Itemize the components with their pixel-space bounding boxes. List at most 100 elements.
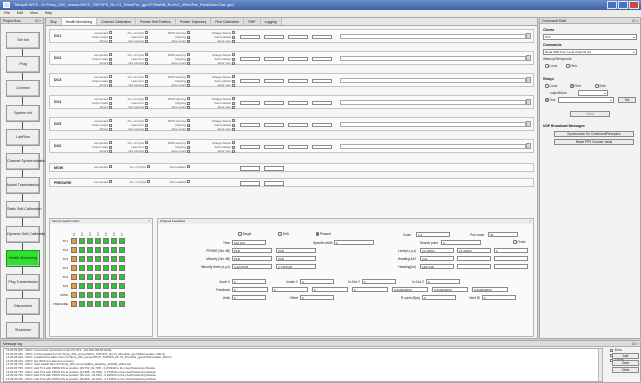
checkbox[interactable] (232, 75, 235, 79)
form-row-value[interactable]: PAR (232, 248, 272, 253)
checkbox[interactable] (187, 141, 190, 145)
form-right-value[interactable] (457, 264, 491, 269)
checkbox[interactable] (187, 61, 190, 65)
send-button[interactable]: Send (570, 111, 610, 117)
checkbox[interactable] (232, 141, 235, 145)
checkbox[interactable] (187, 83, 190, 87)
checkbox[interactable] (232, 149, 235, 153)
tab-health-monitoring[interactable]: Health Monitoring (61, 18, 98, 25)
channel-value-field[interactable] (288, 144, 308, 149)
form-right-value[interactable]: 21.22094 (420, 248, 454, 253)
channel-value-field[interactable] (264, 100, 284, 105)
channel-value-field[interactable] (288, 56, 308, 61)
checkbox[interactable] (145, 149, 148, 153)
synchronize-button[interactable]: Synchronize On Command/Reception (554, 131, 634, 137)
channel-value-field[interactable] (240, 144, 260, 149)
channel-value-field[interactable] (312, 34, 332, 39)
checkbox[interactable] (232, 31, 235, 35)
flow-step-system-init[interactable]: System Init (6, 104, 40, 122)
channel-value-field[interactable] (288, 34, 308, 39)
checkbox[interactable] (187, 105, 190, 109)
pos-count-field[interactable]: 30 (488, 232, 518, 237)
checkbox[interactable] (145, 57, 148, 61)
wakeup-rem[interactable]: Rem (566, 64, 577, 68)
checkbox[interactable] (145, 105, 148, 109)
channel-value-field[interactable] (264, 56, 284, 61)
checkbox[interactable] (145, 97, 148, 101)
feedback-value[interactable]: 0 (232, 287, 268, 292)
close-button[interactable] (629, 1, 639, 9)
fixed-radio[interactable]: Fixed (513, 240, 525, 244)
checkbox[interactable] (187, 75, 190, 79)
checkbox[interactable] (187, 31, 190, 35)
checkbox[interactable] (187, 119, 190, 123)
flow-step-channel-synchronization[interactable]: Channel Synchronization (6, 153, 47, 170)
search-point-field[interactable]: 0 (441, 240, 481, 245)
channel-value-field[interactable] (312, 144, 332, 149)
zoom-field[interactable]: 1.0 (416, 232, 450, 237)
form-row-value[interactable]: 2.7467678 (276, 264, 316, 269)
checkbox[interactable] (187, 79, 190, 83)
checkbox[interactable] (187, 39, 190, 43)
tab-channel-calibration[interactable]: Channel Calibration (97, 18, 136, 25)
channel-value-field[interactable] (264, 122, 284, 127)
tab-logging[interactable]: Logging (260, 18, 282, 25)
matrix-close-icon[interactable]: × (148, 219, 150, 224)
checkbox[interactable] (187, 180, 190, 184)
menu-help[interactable]: Help (45, 11, 52, 15)
mode-single[interactable]: Single (238, 232, 251, 236)
checkbox[interactable] (145, 101, 148, 105)
checkbox[interactable] (232, 123, 235, 127)
checkbox[interactable] (187, 101, 190, 105)
flow-step-labriva[interactable]: LabRiva (6, 128, 40, 146)
channel-value-field[interactable] (312, 56, 332, 61)
axis-field-1[interactable]: 0 (232, 279, 266, 284)
checkbox[interactable] (145, 75, 148, 79)
checkbox[interactable] (187, 145, 190, 149)
checkbox[interactable] (187, 35, 190, 39)
feedback-value[interactable]: 0.000000000 (472, 287, 508, 292)
pin-icon[interactable]: ⊡ × (632, 341, 638, 346)
form-close-icon[interactable]: × (529, 219, 531, 224)
checkbox[interactable] (145, 141, 148, 145)
checkbox[interactable] (187, 127, 190, 131)
tab-pointer-self-position[interactable]: Pointer Self-Position (135, 18, 176, 25)
channel-value-field[interactable] (312, 78, 332, 83)
flow-step-set-init[interactable]: Set Init (6, 32, 40, 49)
flow-step-connect[interactable]: Connect (6, 80, 40, 98)
channel-value-field[interactable] (240, 78, 260, 83)
form-right-value[interactable] (494, 264, 528, 269)
feedback-value[interactable]: 0 (312, 287, 348, 292)
maximize-button[interactable] (618, 1, 628, 9)
flow-step-static-self-calibration[interactable]: Static Self-Calibration (6, 201, 42, 219)
form-row-value[interactable]: PAR (276, 256, 316, 261)
channel-value-field[interactable] (288, 78, 308, 83)
channel-value-field[interactable] (264, 78, 284, 83)
checkbox[interactable] (145, 123, 148, 127)
flow-step-disconnect[interactable]: Disconnect (6, 298, 40, 316)
tab-pmp[interactable]: PMP (244, 18, 261, 25)
wakeup-local[interactable]: Local (545, 64, 557, 68)
message-scrollbar[interactable] (598, 349, 602, 381)
expand-handle[interactable] (526, 77, 531, 83)
pin-icon[interactable]: ⊡ × (632, 18, 638, 23)
expand-handle[interactable] (526, 143, 531, 149)
checkbox[interactable] (145, 145, 148, 149)
flow-step-health-monitoring[interactable]: Health Monitoring (6, 249, 40, 267)
checkbox[interactable] (232, 105, 235, 109)
expand-handle[interactable] (526, 121, 531, 127)
channel-value-field[interactable] (312, 122, 332, 127)
axis-field-3[interactable]: 0 (362, 279, 396, 284)
checkbox[interactable] (232, 145, 235, 149)
channel-value-field[interactable] (264, 34, 284, 39)
channel-value-field[interactable] (288, 122, 308, 127)
form-right-value[interactable] (494, 256, 528, 261)
axis-field-4[interactable]: 0 (426, 279, 460, 284)
checkbox[interactable] (232, 61, 235, 65)
axis-field-2[interactable]: 0 (300, 279, 334, 284)
nextid-field[interactable]: 0 (482, 295, 516, 300)
commands-select[interactable]: Read SNR from Local Channel (C) (543, 49, 637, 55)
channel-value-field[interactable] (264, 166, 284, 171)
checkbox[interactable] (232, 35, 235, 39)
checkbox[interactable] (232, 79, 235, 83)
